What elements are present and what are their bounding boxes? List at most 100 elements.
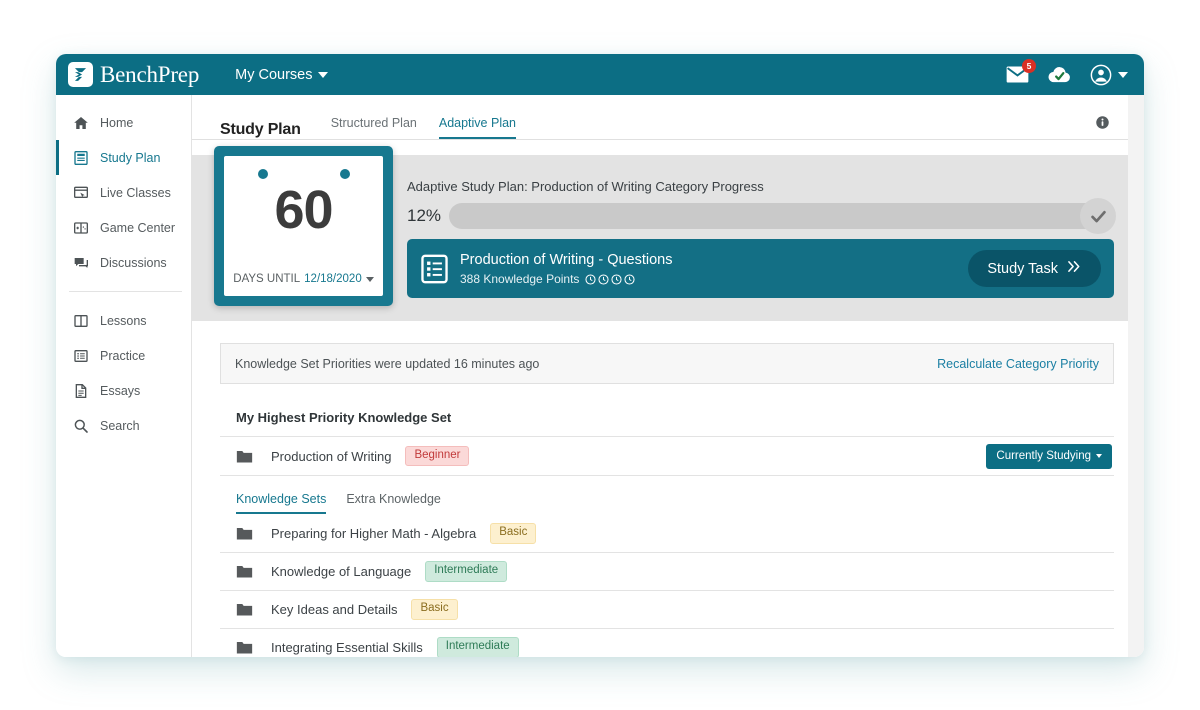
my-courses-menu[interactable]: My Courses: [235, 66, 329, 83]
user-avatar-icon[interactable]: [1090, 64, 1128, 86]
tab-extra-knowledge[interactable]: Extra Knowledge: [346, 492, 441, 514]
search-icon: [72, 417, 89, 434]
clock-icon: [598, 274, 609, 285]
currently-studying-button[interactable]: Currently Studying: [986, 443, 1112, 469]
countdown-card-inner: 60 DAYS UNTIL 12/18/2020: [224, 156, 383, 296]
status-badge: Intermediate: [436, 637, 519, 657]
sidebar-item-essays[interactable]: Essays: [56, 373, 191, 408]
vertical-scrollbar[interactable]: [1128, 95, 1144, 657]
sidebar-item-label: Practice: [100, 348, 146, 363]
sidebar-item-game-center[interactable]: Game Center: [56, 210, 191, 245]
my-courses-label: My Courses: [235, 66, 313, 83]
folder-icon: [236, 448, 253, 465]
knowledge-section: Knowledge Set Priorities were updated 16…: [192, 321, 1144, 657]
envelope-icon[interactable]: 5: [1006, 59, 1036, 83]
game-center-icon: [72, 219, 89, 236]
progress-label: Adaptive Study Plan: Production of Writi…: [407, 179, 764, 194]
sidebar-item-label: Live Classes: [100, 185, 171, 200]
clock-icon: [585, 274, 596, 285]
knowledge-point-icons: [585, 274, 635, 285]
status-badge: Basic: [411, 599, 458, 620]
benchprep-logo-icon: [68, 62, 93, 87]
study-task-title: Production of Writing - Questions: [460, 251, 673, 268]
highest-priority-row[interactable]: Production of Writing Beginner Currently…: [220, 436, 1114, 476]
countdown-date: 12/18/2020: [304, 273, 362, 285]
folder-icon: [236, 639, 253, 656]
folder-icon: [236, 563, 253, 580]
knowledge-set-name: Knowledge of Language: [271, 564, 412, 579]
status-badge: Basic: [490, 523, 537, 544]
study-task-text: Production of Writing - Questions 388 Kn…: [460, 251, 673, 286]
sidebar-item-label: Essays: [100, 383, 141, 398]
live-classes-icon: [72, 184, 89, 201]
check-icon: [1080, 198, 1116, 234]
info-icon[interactable]: [1095, 115, 1110, 135]
sidebar-item-label: Home: [100, 115, 134, 130]
list-item[interactable]: Integrating Essential Skills Intermediat…: [220, 629, 1114, 657]
countdown-prefix: DAYS UNTIL: [233, 273, 301, 285]
knowledge-set-name: Preparing for Higher Math - Algebra: [271, 526, 477, 541]
header-divider: [192, 139, 1128, 140]
sidebar-item-home[interactable]: Home: [56, 105, 191, 140]
study-task-card[interactable]: Production of Writing - Questions 388 Kn…: [407, 239, 1114, 298]
highest-priority-title: My Highest Priority Knowledge Set: [236, 410, 452, 425]
top-navigation-bar: BenchPrep My Courses 5: [56, 54, 1144, 95]
sidebar-item-study-plan[interactable]: Study Plan: [56, 140, 191, 175]
lessons-icon: [72, 312, 89, 329]
sidebar-navigation: Home Study Plan Live Classes Game Center…: [56, 95, 192, 657]
countdown-footer[interactable]: DAYS UNTIL 12/18/2020: [233, 273, 374, 285]
brand-logo[interactable]: BenchPrep: [68, 62, 199, 88]
sidebar-item-lessons[interactable]: Lessons: [56, 303, 191, 338]
priority-notice-text: Knowledge Set Priorities were updated 16…: [235, 356, 540, 371]
page-title: Study Plan: [220, 121, 301, 138]
priority-notice: Knowledge Set Priorities were updated 16…: [220, 343, 1114, 384]
list-item[interactable]: Key Ideas and Details Basic: [220, 591, 1114, 629]
plan-tabs: Structured Plan Adaptive Plan: [331, 116, 516, 139]
countdown-card[interactable]: 60 DAYS UNTIL 12/18/2020: [214, 146, 393, 306]
knowledge-set-name: Integrating Essential Skills: [271, 640, 423, 655]
chevron-down-icon: [365, 276, 374, 282]
sidebar-divider: [69, 291, 182, 292]
recalculate-priority-link[interactable]: Recalculate Category Priority: [937, 357, 1099, 371]
sidebar-item-live-classes[interactable]: Live Classes: [56, 175, 191, 210]
adaptive-plan-hero: 60 DAYS UNTIL 12/18/2020 Adaptive Study …: [192, 146, 1128, 321]
chevron-down-icon: [318, 71, 329, 78]
content-header: Study Plan Structured Plan Adaptive Plan: [192, 95, 1144, 139]
tab-structured-plan[interactable]: Structured Plan: [331, 116, 417, 139]
tab-knowledge-sets[interactable]: Knowledge Sets: [236, 492, 327, 514]
sidebar-item-search[interactable]: Search: [56, 408, 191, 443]
calendar-ring-right: [339, 169, 350, 179]
folder-icon: [236, 525, 253, 542]
home-icon: [72, 114, 89, 131]
chevron-down-icon: [1096, 454, 1102, 458]
sidebar-item-label: Discussions: [100, 255, 167, 270]
knowledge-set-name: Key Ideas and Details: [271, 602, 398, 617]
study-plan-icon: [72, 149, 89, 166]
top-bar-actions: 5: [1006, 59, 1128, 86]
countdown-days: 60: [274, 180, 333, 240]
sidebar-item-practice[interactable]: Practice: [56, 338, 191, 373]
currently-studying-label: Currently Studying: [996, 450, 1091, 462]
knowledge-tabs: Knowledge Sets Extra Knowledge: [236, 492, 1114, 515]
app-window: BenchPrep My Courses 5 Home Study Plan L…: [56, 54, 1144, 657]
status-badge: Beginner: [405, 445, 470, 467]
practice-icon: [72, 347, 89, 364]
app-body: Home Study Plan Live Classes Game Center…: [56, 95, 1144, 657]
knowledge-set-name: Production of Writing: [271, 448, 392, 464]
progress-bar: [449, 198, 1116, 234]
calendar-ring-left: [257, 169, 268, 179]
mail-badge-count: 5: [1022, 59, 1036, 73]
sidebar-item-label: Study Plan: [100, 150, 161, 165]
study-task-button-label: Study Task: [987, 260, 1058, 277]
calendar-rings: [257, 169, 350, 179]
tab-adaptive-plan[interactable]: Adaptive Plan: [438, 116, 516, 139]
category-progress: Adaptive Study Plan: Production of Writi…: [407, 179, 1116, 234]
list-item[interactable]: Knowledge of Language Intermediate: [220, 553, 1114, 591]
study-task-button[interactable]: Study Task: [968, 250, 1101, 287]
list-item[interactable]: Preparing for Higher Math - Algebra Basi…: [220, 515, 1114, 553]
sidebar-item-label: Search: [100, 418, 140, 433]
sidebar-item-discussions[interactable]: Discussions: [56, 245, 191, 280]
double-chevron-right-icon: [1067, 260, 1082, 277]
status-badge: Intermediate: [425, 561, 508, 582]
cloud-check-icon[interactable]: [1047, 65, 1072, 84]
